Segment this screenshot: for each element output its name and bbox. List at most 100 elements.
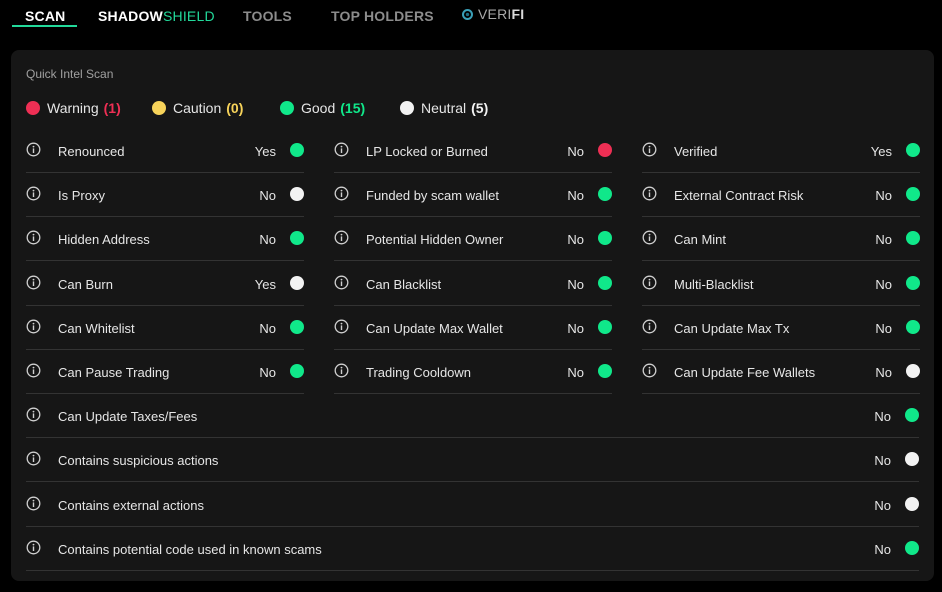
status-good-dot-icon xyxy=(905,408,919,422)
status-neutral-dot-icon xyxy=(290,276,304,290)
check-row-lp-locked-or-burned: LP Locked or Burned No xyxy=(334,130,612,173)
check-label: Can Update Max Tx xyxy=(674,321,790,336)
info-icon[interactable] xyxy=(642,186,657,201)
check-row-contains-suspicious-actions: Contains suspicious actions No xyxy=(26,439,919,482)
check-label: Contains suspicious actions xyxy=(58,453,219,468)
info-icon[interactable] xyxy=(26,186,41,201)
check-row-renounced: Renounced Yes xyxy=(26,130,304,173)
check-label: Funded by scam wallet xyxy=(366,188,499,203)
check-value: No xyxy=(875,232,892,247)
info-icon[interactable] xyxy=(642,319,657,334)
neutral-dot-icon xyxy=(400,101,414,115)
warning-dot-icon xyxy=(26,101,40,115)
check-label: External Contract Risk xyxy=(674,188,804,203)
status-warning-dot-icon xyxy=(598,143,612,157)
info-icon[interactable] xyxy=(642,230,657,245)
check-label: Can Blacklist xyxy=(366,277,442,292)
status-good-dot-icon xyxy=(598,364,612,378)
check-row-funded-by-scam-wallet: Funded by scam wallet No xyxy=(334,174,612,217)
status-good-dot-icon xyxy=(906,231,920,245)
info-icon[interactable] xyxy=(26,275,41,290)
info-icon[interactable] xyxy=(334,275,349,290)
tab-verifi[interactable]: VERIFI xyxy=(462,6,524,22)
status-good-dot-icon xyxy=(290,364,304,378)
check-value: Yes xyxy=(870,144,892,159)
check-row-external-contract-risk: External Contract Risk No xyxy=(642,174,920,217)
tab-shadowshield-label-shield: SHIELD xyxy=(162,8,215,24)
tab-verifi-label-b: FI xyxy=(511,6,525,22)
status-neutral-dot-icon xyxy=(290,187,304,201)
status-neutral-dot-icon xyxy=(906,364,920,378)
tab-shadowshield[interactable]: SHADOWSHIELD xyxy=(98,8,215,24)
info-icon[interactable] xyxy=(26,230,41,245)
check-value: No xyxy=(567,188,584,203)
check-row-can-mint: Can Mint No xyxy=(642,218,920,261)
check-label: Can Update Max Wallet xyxy=(366,321,503,336)
check-row-contains-external-actions: Contains external actions No xyxy=(26,484,919,527)
legend-neutral-label: Neutral xyxy=(421,100,467,116)
good-dot-icon xyxy=(280,101,294,115)
check-value: No xyxy=(875,277,892,292)
info-icon[interactable] xyxy=(642,275,657,290)
legend-warning-count: (1) xyxy=(103,100,121,116)
status-good-dot-icon xyxy=(906,143,920,157)
status-good-dot-icon xyxy=(290,320,304,334)
check-label: Trading Cooldown xyxy=(366,365,472,380)
check-row-potential-hidden-owner: Potential Hidden Owner No xyxy=(334,218,612,261)
check-value: No xyxy=(875,365,892,380)
check-label: Renounced xyxy=(58,144,125,159)
info-icon[interactable] xyxy=(334,230,349,245)
check-value: No xyxy=(874,542,891,557)
check-row-can-blacklist: Can Blacklist No xyxy=(334,263,612,306)
status-good-dot-icon xyxy=(598,320,612,334)
check-label: Can Pause Trading xyxy=(58,365,170,380)
status-good-dot-icon xyxy=(290,143,304,157)
check-value: No xyxy=(567,365,584,380)
info-icon[interactable] xyxy=(334,319,349,334)
check-label: Is Proxy xyxy=(58,188,105,203)
check-value: No xyxy=(567,277,584,292)
tab-scan[interactable]: SCAN xyxy=(25,8,65,24)
info-icon[interactable] xyxy=(26,451,41,466)
check-label: Hidden Address xyxy=(58,232,150,247)
active-tab-indicator xyxy=(12,25,77,27)
check-row-can-pause-trading: Can Pause Trading No xyxy=(26,351,304,394)
status-good-dot-icon xyxy=(906,320,920,334)
info-icon[interactable] xyxy=(26,407,41,422)
legend-warning-label: Warning xyxy=(47,100,99,116)
check-value: No xyxy=(567,321,584,336)
check-value: No xyxy=(875,321,892,336)
top-tab-bar: SCAN SHADOWSHIELD TOOLS TOP HOLDERS VERI… xyxy=(0,0,942,34)
check-label: Can Mint xyxy=(674,232,727,247)
status-good-dot-icon xyxy=(290,231,304,245)
legend-good-label: Good xyxy=(301,100,336,116)
info-icon[interactable] xyxy=(26,540,41,555)
check-label: Contains potential code used in known sc… xyxy=(58,542,322,557)
tab-top-holders[interactable]: TOP HOLDERS xyxy=(331,8,434,24)
check-row-trading-cooldown: Trading Cooldown No xyxy=(334,351,612,394)
info-icon[interactable] xyxy=(642,142,657,157)
status-neutral-dot-icon xyxy=(905,452,919,466)
info-icon[interactable] xyxy=(334,363,349,378)
check-value: No xyxy=(259,321,276,336)
check-label: Can Burn xyxy=(58,277,113,292)
check-label: Verified xyxy=(674,144,718,159)
check-value: No xyxy=(567,144,584,159)
tab-tools[interactable]: TOOLS xyxy=(243,8,292,24)
info-icon[interactable] xyxy=(26,363,41,378)
tab-shadowshield-label-shadow: SHADOW xyxy=(98,8,163,24)
legend-caution-count: (0) xyxy=(226,100,244,116)
info-icon[interactable] xyxy=(334,186,349,201)
check-row-is-proxy: Is Proxy No xyxy=(26,174,304,217)
check-row-can-update-fee-wallets: Can Update Fee Wallets No xyxy=(642,351,920,394)
check-value: No xyxy=(567,232,584,247)
info-icon[interactable] xyxy=(26,142,41,157)
check-label: Contains external actions xyxy=(58,498,204,513)
check-value: Yes xyxy=(254,144,276,159)
info-icon[interactable] xyxy=(26,496,41,511)
info-icon[interactable] xyxy=(642,363,657,378)
info-icon[interactable] xyxy=(334,142,349,157)
legend-warning: Warning (1) xyxy=(26,100,121,116)
info-icon[interactable] xyxy=(26,319,41,334)
check-label: Can Update Taxes/Fees xyxy=(58,409,198,424)
